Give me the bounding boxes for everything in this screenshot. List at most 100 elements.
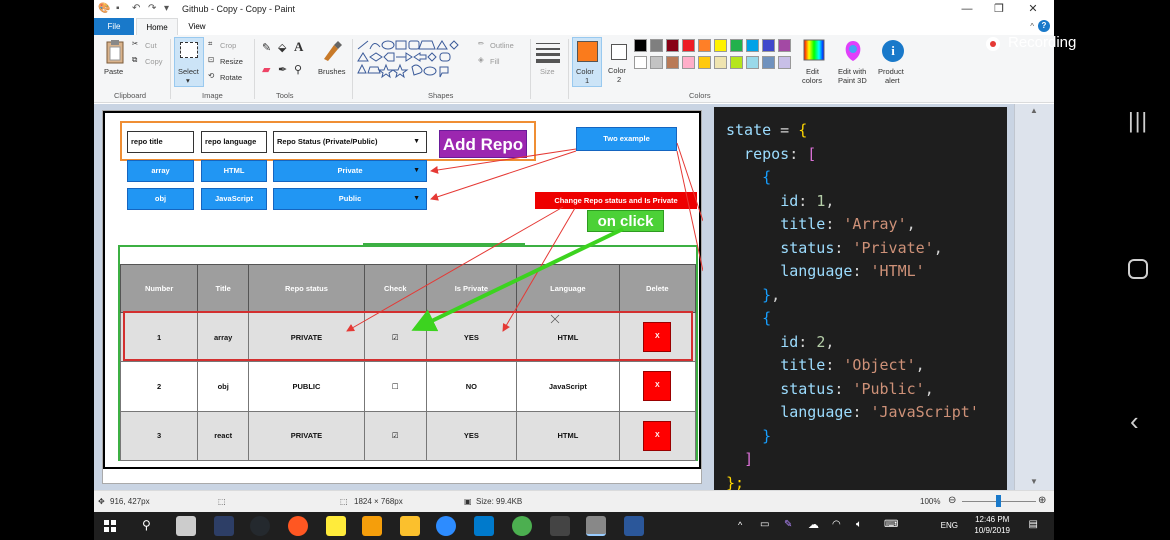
palette-swatch[interactable] [778, 39, 791, 52]
github-icon[interactable] [250, 516, 270, 536]
edit-with-paint3d-button[interactable]: Edit with [838, 67, 866, 76]
language-indicator[interactable]: ENG [941, 521, 958, 530]
chevron-up-icon[interactable]: ^ [738, 520, 742, 530]
resize-button[interactable]: Resize [220, 57, 243, 66]
rotate-icon[interactable]: ⟲ [208, 71, 214, 80]
file-explorer-icon[interactable] [400, 516, 420, 536]
palette-swatch[interactable] [762, 56, 775, 69]
search-icon[interactable]: ⚲ [142, 518, 151, 532]
outline-button[interactable]: Outline [490, 41, 514, 50]
palette-swatch[interactable] [762, 39, 775, 52]
pen-icon[interactable]: ✎ [784, 519, 792, 530]
copy-icon[interactable]: ⧉ [132, 55, 137, 65]
vertical-scrollbar[interactable]: ▲ ▼ [1014, 104, 1054, 490]
text-icon[interactable]: A [294, 39, 303, 55]
rotate-button[interactable]: Rotate [220, 73, 242, 82]
palette-swatch[interactable] [778, 56, 791, 69]
cloud-icon[interactable]: ☁ [808, 518, 819, 531]
fill-shape-icon[interactable]: ◈ [478, 55, 484, 64]
copy-button[interactable]: Copy [145, 57, 163, 66]
palette-swatch[interactable] [730, 56, 743, 69]
color2-selector[interactable]: Color 2 [606, 37, 634, 87]
back-icon[interactable]: ‹ [1130, 406, 1139, 437]
scroll-down-icon[interactable]: ▼ [1030, 477, 1038, 486]
magnifier-icon[interactable]: ⚲ [294, 63, 302, 76]
close-icon[interactable]: ✕ [1018, 1, 1048, 17]
tab-view[interactable]: View [180, 18, 214, 35]
notifications-icon[interactable]: ▤ [1029, 519, 1038, 530]
crop-button[interactable]: Crop [220, 41, 236, 50]
terminal-icon[interactable] [214, 516, 234, 536]
collapse-ribbon-icon[interactable]: ^ [1030, 22, 1034, 31]
app-icon[interactable] [550, 516, 570, 536]
product-alert-button[interactable]: Product [878, 67, 904, 76]
paint3d-icon[interactable] [842, 39, 864, 63]
fill-icon[interactable]: ⬙ [278, 41, 286, 54]
start-icon[interactable] [104, 520, 116, 532]
palette-swatch[interactable] [650, 56, 663, 69]
calculator-icon[interactable] [176, 516, 196, 536]
minimize-icon[interactable]: — [952, 1, 982, 17]
edit-colors-button[interactable]: Edit [806, 67, 819, 76]
save-icon[interactable]: ▪ [116, 3, 120, 14]
palette-swatch[interactable] [714, 39, 727, 52]
drawing-canvas[interactable]: repo title repo language Repo Status (Pr… [102, 110, 703, 484]
scroll-up-icon[interactable]: ▲ [1030, 106, 1038, 115]
size-icon[interactable] [536, 41, 560, 63]
color1-selector[interactable]: Color 1 [572, 37, 602, 87]
palette-swatch[interactable] [682, 56, 695, 69]
palette-swatch[interactable] [634, 56, 647, 69]
chrome-icon[interactable] [512, 516, 532, 536]
browser-icon[interactable] [288, 516, 308, 536]
recent-apps-icon[interactable]: ||| [1128, 108, 1148, 134]
paint-taskbar-icon[interactable] [586, 516, 606, 536]
brushes-button[interactable]: Brushes [318, 67, 346, 76]
home-icon[interactable] [1128, 259, 1148, 279]
vscode-icon[interactable] [474, 516, 494, 536]
palette-swatch[interactable] [634, 39, 647, 52]
volume-icon[interactable]: 🔈︎ [856, 519, 862, 530]
shapes-gallery[interactable] [356, 39, 468, 79]
office-icon[interactable] [362, 516, 382, 536]
color-picker-icon[interactable]: ✒ [278, 63, 287, 76]
sticky-notes-icon[interactable] [326, 516, 346, 536]
palette-swatch[interactable] [650, 39, 663, 52]
outline-icon[interactable]: ✏ [478, 39, 484, 48]
palette-swatch[interactable] [714, 56, 727, 69]
size-button[interactable]: Size [540, 67, 555, 76]
palette-swatch[interactable] [682, 39, 695, 52]
crop-icon[interactable]: ⌗ [208, 39, 212, 49]
palette-swatch[interactable] [666, 56, 679, 69]
battery-icon[interactable]: ▭ [760, 519, 769, 530]
eraser-icon[interactable]: ▰ [262, 63, 270, 76]
maximize-icon[interactable]: ❐ [984, 1, 1014, 17]
fill-button[interactable]: Fill [490, 57, 500, 66]
edit-colors-icon[interactable] [803, 39, 825, 61]
palette-swatch[interactable] [746, 39, 759, 52]
undo-icon[interactable]: ↶ [132, 3, 140, 14]
palette-swatch[interactable] [698, 39, 711, 52]
palette-swatch[interactable] [698, 56, 711, 69]
cut-button[interactable]: Cut [145, 41, 157, 50]
keyboard-icon[interactable]: ⌨ [884, 519, 898, 530]
customize-quick-access-icon[interactable]: ▾ [164, 3, 169, 14]
select-tool[interactable]: Select ▾ [174, 37, 204, 87]
zoom-app-icon[interactable] [436, 516, 456, 536]
paste-button[interactable]: Paste [104, 67, 123, 76]
product-alert-icon[interactable]: i [882, 40, 904, 62]
palette-swatch[interactable] [666, 39, 679, 52]
tab-home[interactable]: Home [136, 18, 178, 35]
word-icon[interactable] [624, 516, 644, 536]
zoom-slider-thumb[interactable] [996, 495, 1001, 507]
zoom-in-icon[interactable]: ⊕ [1038, 495, 1046, 506]
zoom-out-icon[interactable]: ⊖ [948, 495, 956, 506]
clock[interactable]: 12:46 PM 10/9/2019 [974, 514, 1010, 536]
paste-icon[interactable] [104, 39, 126, 65]
pencil-icon[interactable]: ✎ [262, 41, 271, 54]
palette-swatch[interactable] [746, 56, 759, 69]
help-icon[interactable]: ? [1038, 20, 1050, 32]
resize-icon[interactable]: ⊡ [208, 55, 214, 64]
redo-icon[interactable]: ↷ [148, 3, 156, 14]
palette-swatch[interactable] [730, 39, 743, 52]
tab-file[interactable]: File [94, 18, 134, 35]
